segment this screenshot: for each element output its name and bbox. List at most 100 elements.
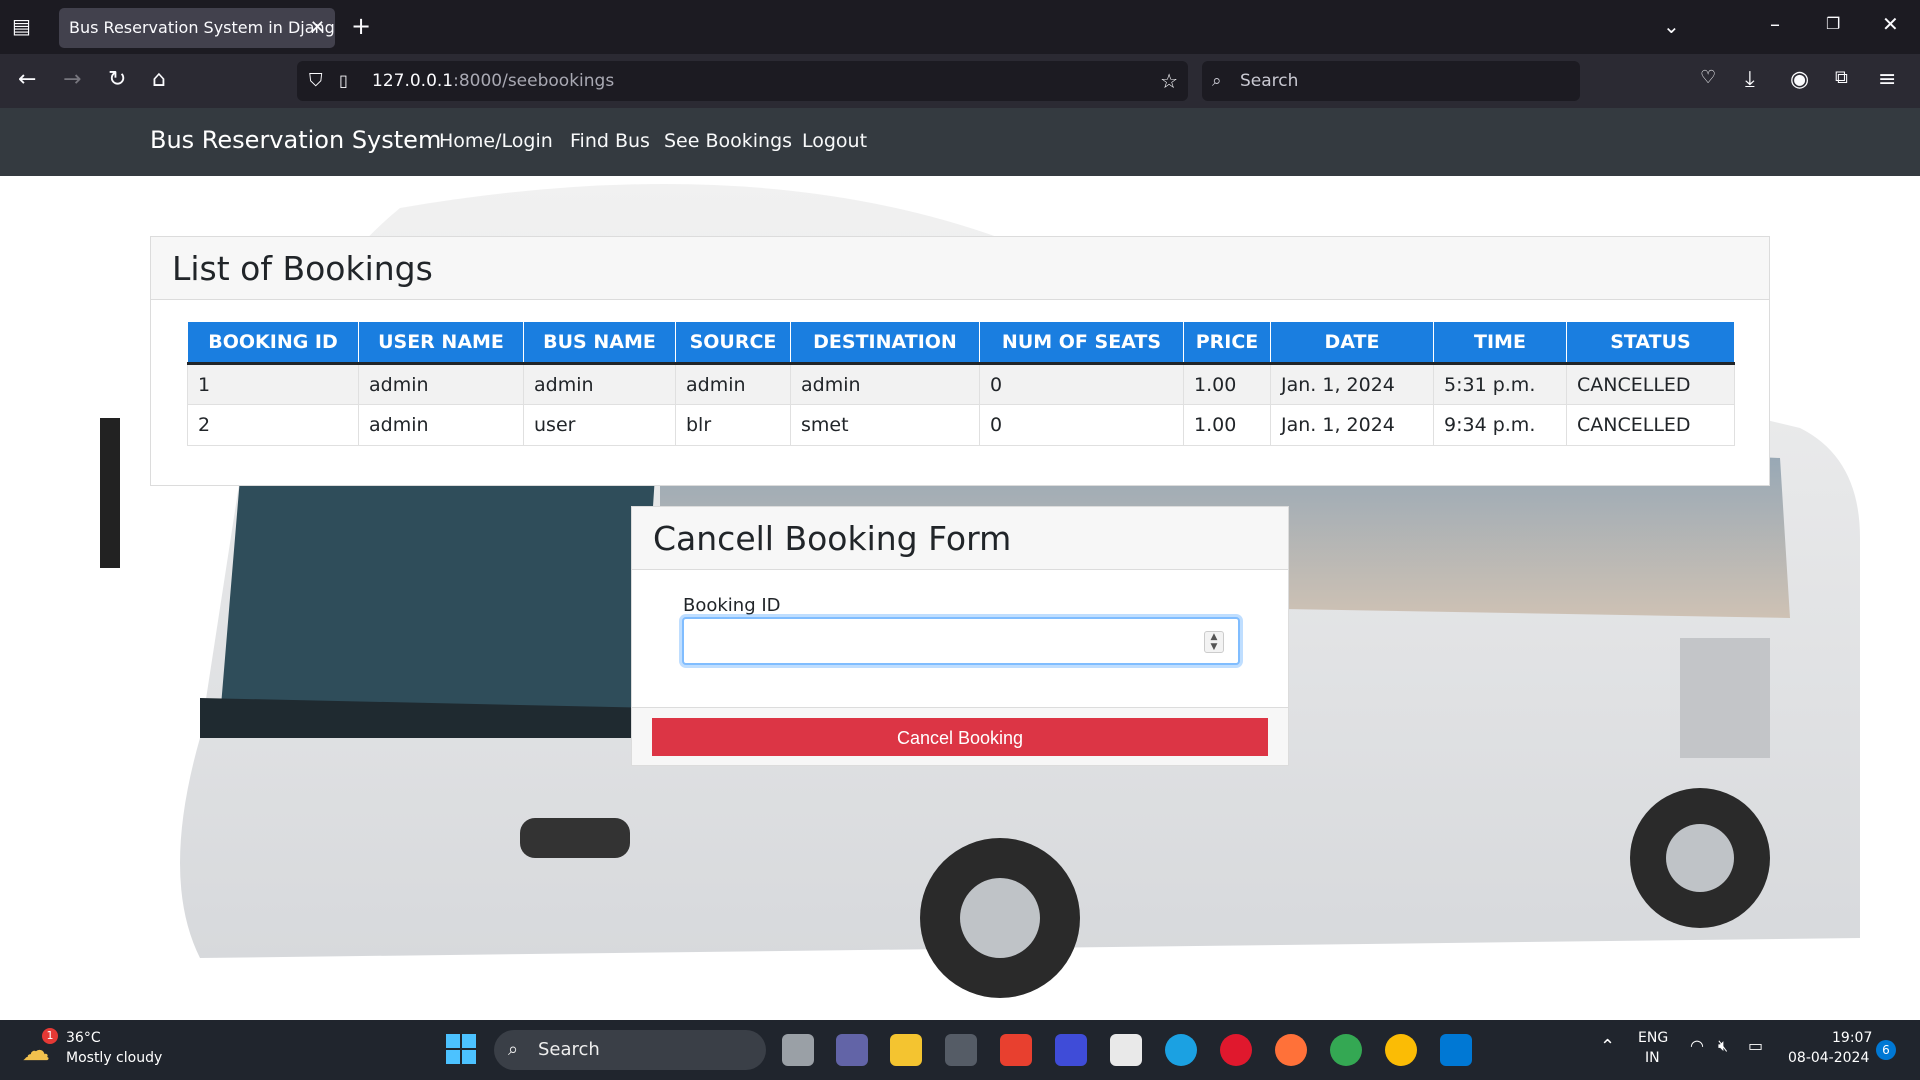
taskbar-search[interactable]: ⌕ Search bbox=[494, 1030, 766, 1070]
app-icon[interactable] bbox=[1055, 1034, 1087, 1066]
bookings-card: List of Bookings BOOKING ID USER NAME BU… bbox=[150, 236, 1770, 486]
table-header-row: BOOKING ID USER NAME BUS NAME SOURCE DES… bbox=[187, 321, 1735, 365]
app-icon[interactable] bbox=[945, 1034, 977, 1066]
task-view-icon[interactable] bbox=[782, 1034, 814, 1066]
taskbar-search-icon: ⌕ bbox=[508, 1039, 519, 1060]
col-num-seats: NUM OF SEATS bbox=[979, 321, 1184, 365]
volume-mute-icon[interactable]: 🔇︎ bbox=[1718, 1036, 1728, 1056]
cancel-form-title: Cancell Booking Form bbox=[632, 507, 1288, 570]
notification-badge[interactable]: 6 bbox=[1876, 1040, 1896, 1060]
number-spinner[interactable]: ▲ ▼ bbox=[1204, 631, 1224, 653]
lang-bottom[interactable]: IN bbox=[1645, 1050, 1660, 1066]
battery-icon[interactable]: ▭ bbox=[1748, 1036, 1763, 1055]
close-tab-icon[interactable]: ✕ bbox=[310, 8, 325, 48]
nav-see-bookings[interactable]: See Bookings bbox=[664, 130, 792, 152]
chevron-up-icon[interactable]: ⌃ bbox=[1600, 1036, 1615, 1057]
col-destination: DESTINATION bbox=[790, 321, 980, 365]
clock-date[interactable]: 08-04-2024 bbox=[1788, 1050, 1869, 1066]
cancel-booking-button[interactable]: Cancel Booking bbox=[652, 718, 1268, 756]
url-host: 127.0.0.1 bbox=[372, 71, 454, 91]
cell-bus-name: user bbox=[523, 404, 676, 446]
clock-time[interactable]: 19:07 bbox=[1832, 1030, 1872, 1046]
site-navbar: Bus Reservation System Home/Login Find B… bbox=[0, 108, 1920, 176]
table-row: 2 admin user blr smet 0 1.00 Jan. 1, 202… bbox=[187, 404, 1735, 446]
url-text[interactable]: 127.0.0.1:8000/seebookings bbox=[372, 61, 614, 101]
col-booking-id: BOOKING ID bbox=[187, 321, 359, 365]
search-icon: ⌕ bbox=[1212, 71, 1222, 91]
chrome-icon[interactable] bbox=[1330, 1034, 1362, 1066]
cell-bus-name: admin bbox=[523, 363, 676, 405]
extensions-icon[interactable]: ⧉ bbox=[1835, 67, 1848, 88]
cell-user-name: admin bbox=[358, 363, 524, 405]
col-date: DATE bbox=[1270, 321, 1434, 365]
cell-time: 9:34 p.m. bbox=[1433, 404, 1567, 446]
address-bar[interactable]: ⛉ ▯ 127.0.0.1:8000/seebookings ☆ bbox=[297, 61, 1188, 101]
brand-link[interactable]: Bus Reservation System bbox=[150, 126, 441, 154]
new-tab-icon[interactable]: + bbox=[351, 12, 371, 40]
weather-temp: 36°C bbox=[66, 1030, 101, 1046]
taskbar-search-label: Search bbox=[538, 1039, 600, 1060]
cell-source: admin bbox=[675, 363, 791, 405]
cell-destination: smet bbox=[790, 404, 980, 446]
opera-icon[interactable] bbox=[1220, 1034, 1252, 1066]
cell-status: CANCELLED bbox=[1566, 404, 1735, 446]
edge-icon[interactable] bbox=[1165, 1034, 1197, 1066]
reload-icon[interactable]: ↻ bbox=[108, 67, 126, 92]
table-row: 1 admin admin admin admin 0 1.00 Jan. 1,… bbox=[187, 363, 1735, 405]
start-button[interactable] bbox=[446, 1034, 476, 1064]
wps-office-icon[interactable] bbox=[1000, 1034, 1032, 1066]
cancel-form-footer: Cancel Booking bbox=[632, 707, 1288, 765]
bookmark-star-icon[interactable]: ☆ bbox=[1160, 61, 1178, 101]
file-explorer-icon[interactable] bbox=[890, 1034, 922, 1066]
weather-widget[interactable]: ☁ 1 36°C Mostly cloudy bbox=[22, 1028, 172, 1072]
browser-search-bar[interactable]: ⌕ Search bbox=[1202, 61, 1580, 101]
forward-icon[interactable]: → bbox=[63, 67, 81, 92]
cell-time: 5:31 p.m. bbox=[1433, 363, 1567, 405]
cell-num-seats: 0 bbox=[979, 404, 1184, 446]
cell-price: 1.00 bbox=[1183, 363, 1271, 405]
microsoft-store-icon[interactable] bbox=[1110, 1034, 1142, 1066]
cell-user-name: admin bbox=[358, 404, 524, 446]
tab-title: Bus Reservation System in Django F bbox=[69, 18, 335, 37]
tab-list-icon[interactable]: ▤ bbox=[12, 14, 31, 38]
col-price: PRICE bbox=[1183, 321, 1271, 365]
cell-booking-id: 2 bbox=[187, 404, 359, 446]
cancel-booking-card: Cancell Booking Form Booking ID ▲ ▼ Cance… bbox=[631, 506, 1289, 766]
firefox-icon[interactable] bbox=[1275, 1034, 1307, 1066]
col-time: TIME bbox=[1433, 321, 1567, 365]
restore-icon[interactable]: ❐ bbox=[1826, 14, 1840, 33]
col-user-name: USER NAME bbox=[358, 321, 524, 365]
browser-tab[interactable]: Bus Reservation System in Django F ✕ bbox=[59, 8, 335, 48]
cell-booking-id: 1 bbox=[187, 363, 359, 405]
page-content: Bus Reservation System Home/Login Find B… bbox=[0, 108, 1920, 1020]
shield-icon[interactable]: ⛉ bbox=[309, 61, 323, 101]
account-icon[interactable]: ◉ bbox=[1790, 67, 1809, 92]
download-icon[interactable]: ⤓ bbox=[1745, 67, 1755, 92]
col-source: SOURCE bbox=[675, 321, 791, 365]
booking-id-label: Booking ID bbox=[683, 595, 781, 616]
booking-id-input[interactable]: ▲ ▼ bbox=[682, 617, 1240, 665]
cell-source: blr bbox=[675, 404, 791, 446]
minimize-icon[interactable]: – bbox=[1770, 12, 1780, 36]
teams-icon[interactable] bbox=[836, 1034, 868, 1066]
cell-status: CANCELLED bbox=[1566, 363, 1735, 405]
cell-price: 1.00 bbox=[1183, 404, 1271, 446]
cell-date: Jan. 1, 2024 bbox=[1270, 363, 1434, 405]
page-icon[interactable]: ▯ bbox=[339, 61, 348, 101]
lang-top[interactable]: ENG bbox=[1638, 1030, 1668, 1046]
close-window-icon[interactable]: ✕ bbox=[1882, 12, 1899, 36]
chevron-down-icon[interactable]: ⌄ bbox=[1663, 14, 1680, 38]
back-icon[interactable]: ← bbox=[18, 67, 36, 92]
nav-home-login[interactable]: Home/Login bbox=[439, 130, 553, 152]
windows-taskbar: ☁ 1 36°C Mostly cloudy ⌕ Search ⌃ ENG IN… bbox=[0, 1020, 1920, 1080]
bookings-table: BOOKING ID USER NAME BUS NAME SOURCE DES… bbox=[187, 321, 1735, 446]
nav-find-bus[interactable]: Find Bus bbox=[570, 130, 650, 152]
menu-icon[interactable]: ≡ bbox=[1878, 67, 1896, 92]
wifi-icon[interactable]: ◠ bbox=[1690, 1036, 1704, 1055]
browser-toolbar: ← → ↻ ⌂ ⛉ ▯ 127.0.0.1:8000/seebookings ☆… bbox=[0, 54, 1920, 108]
pocket-icon[interactable]: ♡ bbox=[1700, 67, 1716, 88]
vscode-icon[interactable] bbox=[1440, 1034, 1472, 1066]
chrome-profile-icon[interactable] bbox=[1385, 1034, 1417, 1066]
nav-logout[interactable]: Logout bbox=[802, 130, 867, 152]
home-icon[interactable]: ⌂ bbox=[152, 67, 166, 92]
